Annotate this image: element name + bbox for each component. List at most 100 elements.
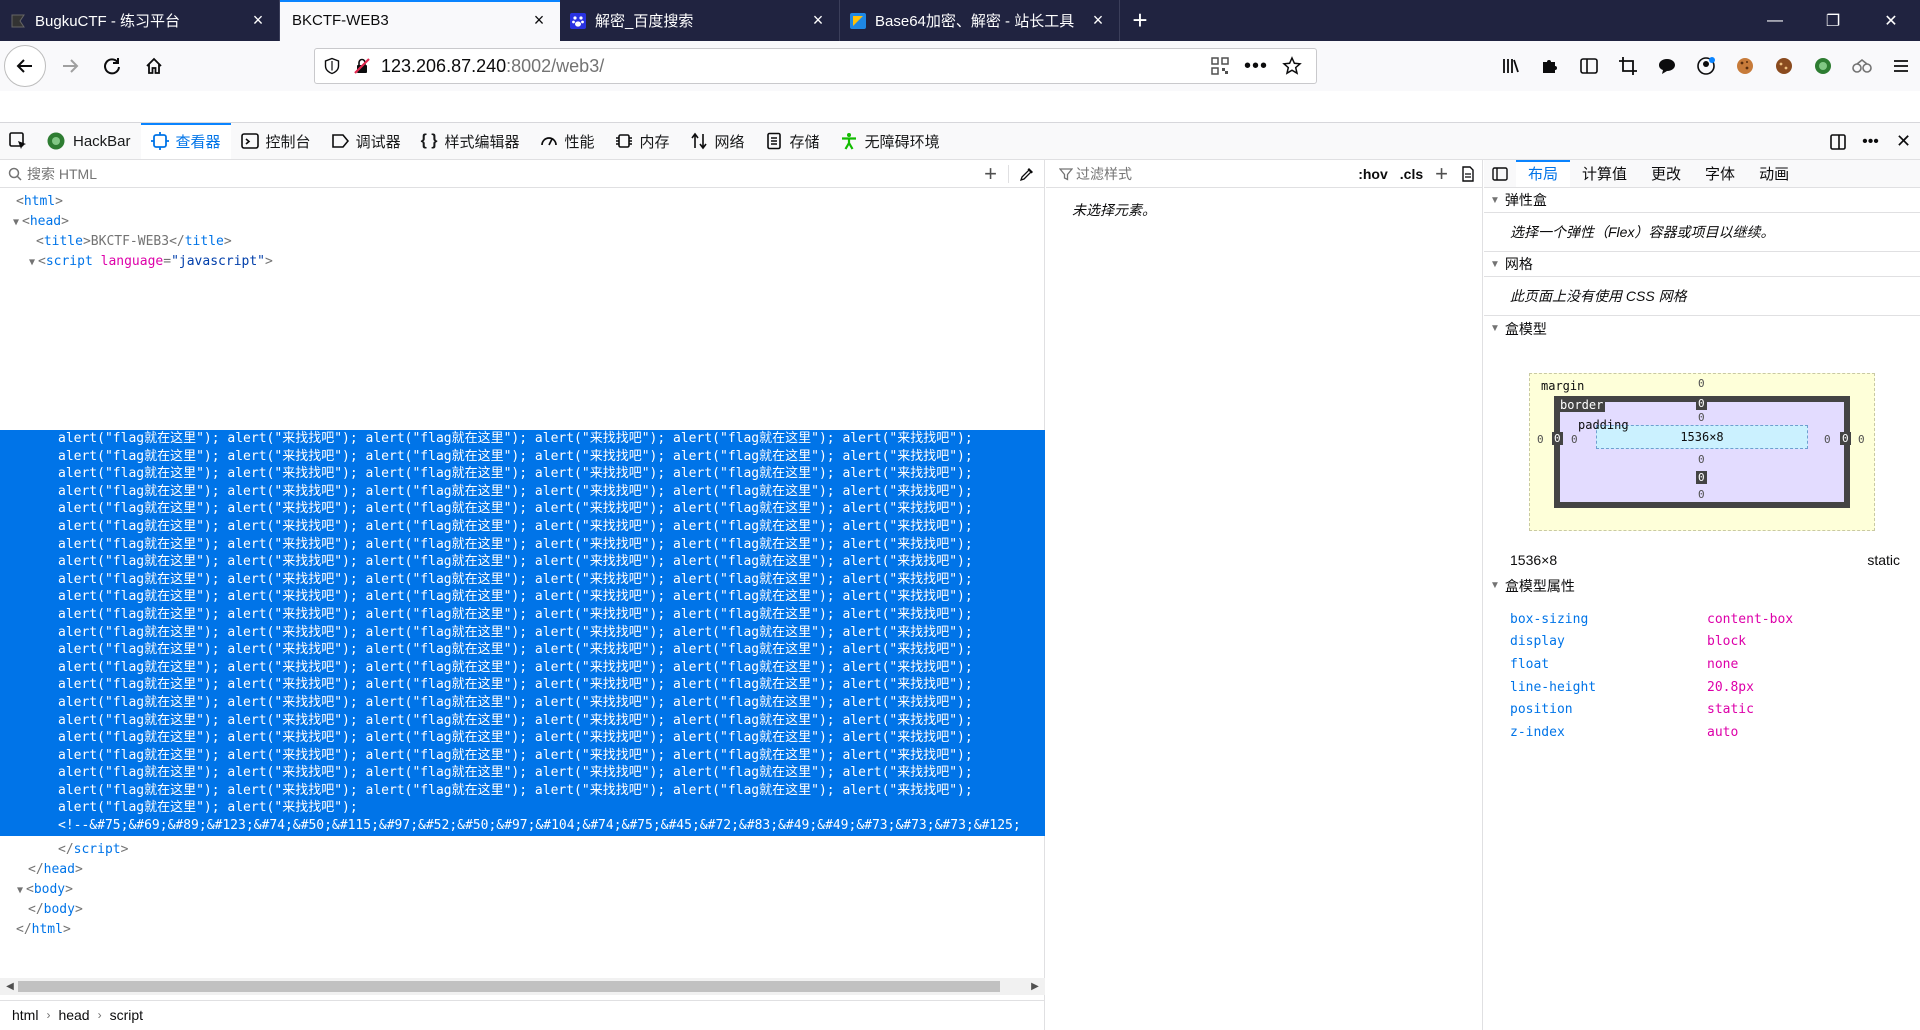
tab-computed[interactable]: 计算值 — [1570, 160, 1639, 187]
dock-side-icon[interactable] — [1821, 123, 1854, 160]
margin-left-value[interactable]: 0 — [1537, 433, 1544, 446]
tab-chinaz[interactable]: Base64加密、解密 - 站长工具 × — [840, 0, 1120, 41]
tab-bkctf-web3[interactable]: BKCTF-WEB3 × — [280, 0, 560, 41]
scroll-right-icon[interactable]: ▶ — [1027, 978, 1043, 995]
tab-performance[interactable]: 性能 — [530, 123, 605, 159]
border-right-value[interactable]: 0 — [1840, 432, 1851, 445]
toggle-sidebar-button[interactable] — [1484, 160, 1516, 187]
node-html-open[interactable]: <html> — [0, 192, 1045, 212]
back-button[interactable] — [4, 45, 46, 87]
node-script-open[interactable]: ▼ <script language="javascript"> — [0, 252, 1045, 272]
class-toggle[interactable]: .cls — [1394, 160, 1429, 188]
selected-script-content[interactable]: alert("flag就在这里"); alert("来找找吧"); alert(… — [0, 430, 1045, 836]
tab-fonts[interactable]: 字体 — [1693, 160, 1747, 187]
tab-layout[interactable]: 布局 — [1516, 160, 1571, 187]
grid-section-header[interactable]: ▼ 网格 — [1484, 252, 1920, 277]
account-avatar-icon[interactable] — [1686, 46, 1725, 86]
restore-button[interactable]: ❐ — [1804, 0, 1862, 41]
tab-debugger[interactable]: 调试器 — [321, 123, 411, 159]
scroll-left-icon[interactable]: ◀ — [2, 978, 18, 995]
extensions-puzzle-icon[interactable] — [1530, 46, 1569, 86]
node-body-close[interactable]: </body> — [0, 900, 1045, 920]
breadcrumb-head[interactable]: head — [58, 1007, 89, 1023]
forward-button[interactable] — [50, 46, 90, 86]
tab-label: 无障碍环境 — [864, 133, 940, 151]
close-devtools-icon[interactable]: ✕ — [1887, 123, 1920, 160]
margin-bottom-value[interactable]: 0 — [1698, 488, 1705, 501]
eyedropper-icon[interactable] — [1009, 160, 1044, 188]
tab-hackbar[interactable]: HackBar — [36, 123, 141, 159]
cookie-manager-icon[interactable] — [1764, 46, 1803, 86]
proxy-switch-icon[interactable] — [1842, 46, 1881, 86]
shield-icon[interactable] — [323, 57, 341, 75]
node-body-open[interactable]: ▼ <body> — [0, 880, 1045, 900]
tab-network[interactable]: 网络 — [680, 123, 755, 159]
minimize-button[interactable]: — — [1746, 0, 1804, 41]
tab-inspector[interactable]: 查看器 — [140, 123, 231, 159]
element-picker-button[interactable] — [0, 123, 36, 159]
cookie-editor-icon[interactable] — [1725, 46, 1764, 86]
expanded-twisty-icon[interactable]: ▼ — [14, 881, 26, 901]
tab-console[interactable]: 控制台 — [231, 123, 321, 159]
tab-accessibility[interactable]: 无障碍环境 — [830, 123, 950, 159]
breadcrumb-html[interactable]: html — [12, 1007, 38, 1023]
node-title[interactable]: <title>BKCTF-WEB3</title> — [0, 232, 1045, 252]
border-left-value[interactable]: 0 — [1552, 432, 1563, 445]
padding-left-value[interactable]: 0 — [1571, 433, 1578, 446]
url-bar[interactable]: 123.206.87.240:8002/web3/ ••• — [314, 48, 1317, 84]
expanded-twisty-icon[interactable]: ▼ — [10, 213, 22, 233]
page-actions-icon[interactable]: ••• — [1238, 49, 1274, 83]
border-top-value[interactable]: 0 — [1696, 397, 1707, 410]
hover-state-toggle[interactable]: :hov — [1352, 160, 1394, 188]
horizontal-scrollbar[interactable]: ◀ ▶ — [0, 978, 1045, 995]
breadcrumb-script[interactable]: script — [110, 1007, 143, 1023]
tab-storage[interactable]: 存储 — [755, 123, 830, 159]
close-tab-icon[interactable]: × — [530, 10, 548, 30]
close-window-button[interactable]: ✕ — [1862, 0, 1920, 41]
library-icon[interactable] — [1491, 46, 1530, 86]
node-head-open[interactable]: ▼ <head> — [0, 212, 1045, 232]
margin-right-value[interactable]: 0 — [1858, 433, 1865, 446]
close-tab-icon[interactable]: × — [809, 10, 827, 30]
home-button[interactable] — [134, 46, 174, 86]
qr-code-icon[interactable] — [1202, 49, 1238, 83]
tab-baidu[interactable]: 解密_百度搜索 × — [560, 0, 840, 41]
reload-button[interactable] — [92, 46, 132, 86]
new-tab-button[interactable]: + — [1120, 0, 1160, 41]
tab-style-editor[interactable]: { } 样式编辑器 — [411, 123, 530, 159]
add-node-icon[interactable]: + — [973, 160, 1008, 188]
tab-animations[interactable]: 动画 — [1747, 160, 1801, 187]
node-head-close[interactable]: </head> — [0, 860, 1045, 880]
node-script-close[interactable]: </script> — [0, 840, 1045, 860]
flexbox-section-header[interactable]: ▼ 弹性盒 — [1484, 188, 1920, 213]
expanded-twisty-icon[interactable]: ▼ — [26, 253, 38, 273]
padding-bottom-value[interactable]: 0 — [1698, 453, 1705, 466]
insecure-lock-icon[interactable] — [353, 57, 371, 75]
margin-top-value[interactable]: 0 — [1698, 377, 1705, 390]
close-tab-icon[interactable]: × — [1089, 10, 1107, 30]
menu-hamburger-icon[interactable] — [1881, 46, 1920, 86]
scrollbar-thumb[interactable] — [18, 981, 1000, 992]
sidebar-icon[interactable] — [1569, 46, 1608, 86]
hackbar-extension-icon[interactable] — [1803, 46, 1842, 86]
print-media-icon[interactable] — [1454, 160, 1482, 188]
tab-memory[interactable]: 内存 — [605, 123, 680, 159]
add-rule-icon[interactable]: + — [1429, 160, 1454, 188]
padding-right-value[interactable]: 0 — [1824, 433, 1831, 446]
html-search-input[interactable] — [27, 165, 927, 182]
screenshot-crop-icon[interactable] — [1608, 46, 1647, 86]
close-tab-icon[interactable]: × — [249, 10, 267, 30]
devtools-options-icon[interactable]: ••• — [1854, 123, 1887, 160]
bookmark-star-icon[interactable] — [1274, 49, 1310, 83]
alert-statement: alert("flag就在这里"); — [58, 659, 220, 675]
node-html-close[interactable]: </html> — [0, 920, 1045, 940]
padding-top-value[interactable]: 0 — [1698, 411, 1705, 424]
tab-bugku[interactable]: BugkuCTF - 练习平台 × — [0, 0, 280, 41]
chat-bubble-icon[interactable] — [1647, 46, 1686, 86]
chevron-right-icon: › — [97, 1007, 102, 1022]
rules-filter-input[interactable] — [1076, 165, 1336, 182]
tab-changes[interactable]: 更改 — [1639, 160, 1693, 187]
boxmodel-section-header[interactable]: ▼ 盒模型 — [1484, 316, 1920, 341]
boxmodel-props-header[interactable]: ▼ 盒模型属性 — [1484, 573, 1920, 598]
border-bottom-value[interactable]: 0 — [1696, 471, 1707, 484]
